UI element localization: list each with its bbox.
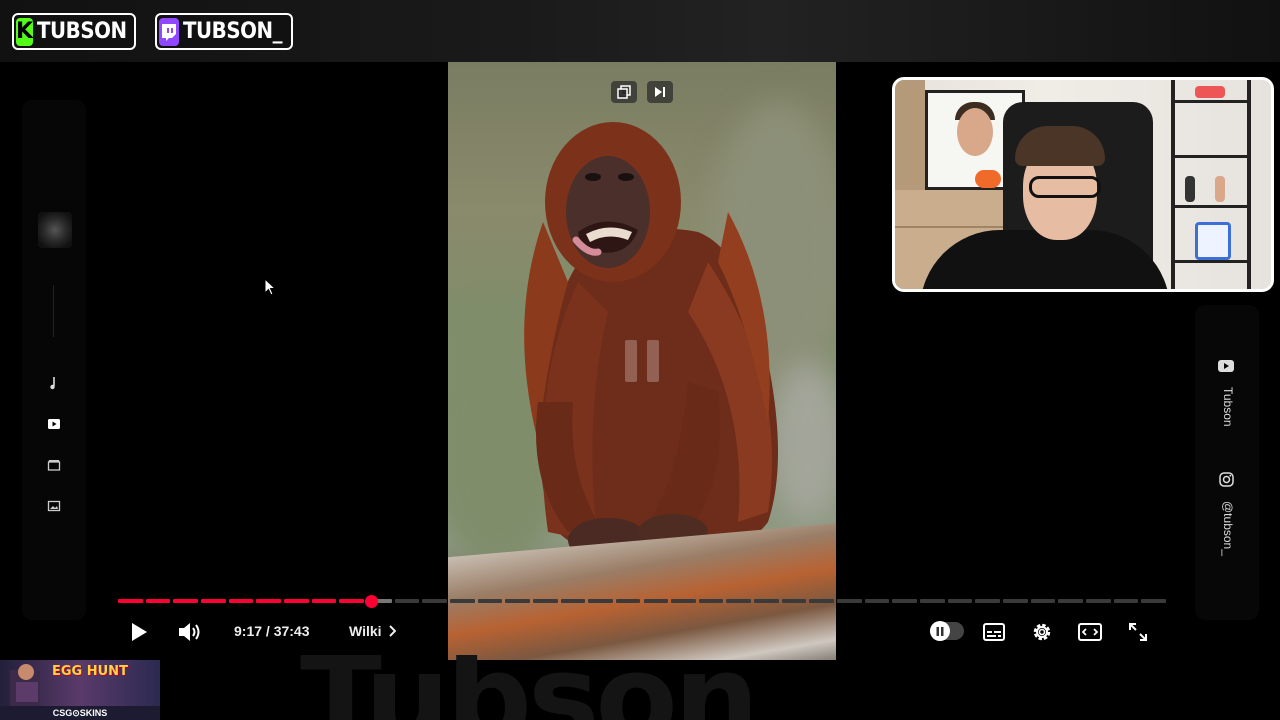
progress-segment[interactable] <box>339 599 364 603</box>
progress-segment[interactable] <box>1141 599 1166 603</box>
sidebar-divider <box>53 285 54 337</box>
progress-segment[interactable] <box>837 599 862 603</box>
progress-segment[interactable] <box>283 599 309 603</box>
youtube-icon[interactable] <box>1217 357 1235 375</box>
progress-segment[interactable] <box>1003 599 1028 603</box>
progress-segment[interactable] <box>1030 599 1056 603</box>
progress-segment[interactable] <box>726 599 752 603</box>
webcam-overlay <box>892 77 1274 292</box>
music-note-icon[interactable] <box>44 373 64 393</box>
progress-segment[interactable] <box>588 599 613 603</box>
kick-logo-icon: K <box>16 17 34 46</box>
twitch-badge: TUBSON_ <box>155 13 293 50</box>
copy-icon[interactable] <box>611 81 637 103</box>
instagram-icon[interactable] <box>1217 470 1235 488</box>
theater-mode-icon[interactable] <box>1078 618 1102 646</box>
chevron-right-icon <box>388 625 396 637</box>
volume-icon[interactable] <box>176 618 204 646</box>
skip-next-icon[interactable] <box>647 81 673 103</box>
progress-segment[interactable] <box>671 599 696 603</box>
chapter-label: Wilki <box>349 623 382 639</box>
progress-segment[interactable] <box>449 599 475 603</box>
settings-icon[interactable] <box>1030 618 1054 646</box>
promo-sponsor: CSG⊙SKINS <box>0 706 160 720</box>
progress-segment[interactable] <box>698 599 724 603</box>
fullscreen-icon[interactable] <box>1126 618 1150 646</box>
youtube-channel-label[interactable]: Tubson <box>1217 387 1235 427</box>
progress-segment[interactable] <box>920 599 945 603</box>
stream-header: K TUBSON TUBSON_ <box>0 0 1280 62</box>
progress-segment[interactable] <box>532 599 558 603</box>
progress-segment[interactable] <box>200 599 226 603</box>
right-sidebar: Tubson @tubson_ <box>1195 305 1259 620</box>
progress-segment[interactable] <box>394 599 420 603</box>
instagram-handle-label[interactable]: @tubson_ <box>1217 501 1235 556</box>
kick-badge: K TUBSON <box>12 13 136 50</box>
progress-segment[interactable] <box>145 599 171 603</box>
progress-segment[interactable] <box>947 599 973 603</box>
brand-watermark: Tubson <box>300 655 1000 720</box>
progress-segment[interactable] <box>643 599 669 603</box>
progress-segment[interactable] <box>615 599 641 603</box>
progress-segment[interactable] <box>422 599 447 603</box>
autoplay-pause-icon <box>930 621 950 641</box>
video-frame[interactable] <box>448 62 836 660</box>
progress-segment[interactable] <box>1058 599 1084 603</box>
time-display: 9:17 / 37:43 <box>234 623 310 639</box>
progress-segment[interactable] <box>560 599 586 603</box>
mouse-cursor-icon <box>264 278 276 296</box>
promo-banner: EGG HUNT CSG⊙SKINS <box>0 660 160 720</box>
progress-segment[interactable] <box>754 599 779 603</box>
channel-avatar[interactable] <box>38 212 72 248</box>
promo-character-icon <box>10 664 40 706</box>
progress-segment[interactable] <box>256 599 281 603</box>
progress-segment[interactable] <box>864 599 890 603</box>
play-icon[interactable] <box>127 618 151 646</box>
progress-segment[interactable] <box>809 599 835 603</box>
progress-segment[interactable] <box>892 599 918 603</box>
progress-segment[interactable] <box>975 599 1001 603</box>
clapperboard-icon[interactable] <box>44 455 64 475</box>
progress-segment[interactable] <box>1113 599 1139 603</box>
progress-segment[interactable] <box>1086 599 1111 603</box>
autoplay-toggle[interactable] <box>930 621 964 641</box>
twitch-channel-name: TUBSON_ <box>183 19 283 44</box>
progress-segment[interactable] <box>311 599 337 603</box>
subtitles-icon[interactable] <box>982 618 1006 646</box>
progress-bar[interactable] <box>118 595 1166 608</box>
image-icon[interactable] <box>44 496 64 516</box>
promo-title: EGG HUNT <box>52 664 128 679</box>
video-icon[interactable] <box>44 414 64 434</box>
progress-segment[interactable] <box>228 599 254 603</box>
twitch-logo-icon <box>159 17 179 46</box>
progress-segment[interactable] <box>505 599 530 603</box>
chapter-button[interactable]: Wilki <box>349 623 396 639</box>
pause-overlay-icon <box>625 340 661 382</box>
kick-channel-name: TUBSON <box>37 19 127 44</box>
left-sidebar <box>22 100 86 620</box>
progress-segment[interactable] <box>118 599 143 603</box>
progress-segment[interactable] <box>477 599 503 603</box>
progress-segment[interactable] <box>781 599 807 603</box>
progress-segment[interactable] <box>173 599 198 603</box>
